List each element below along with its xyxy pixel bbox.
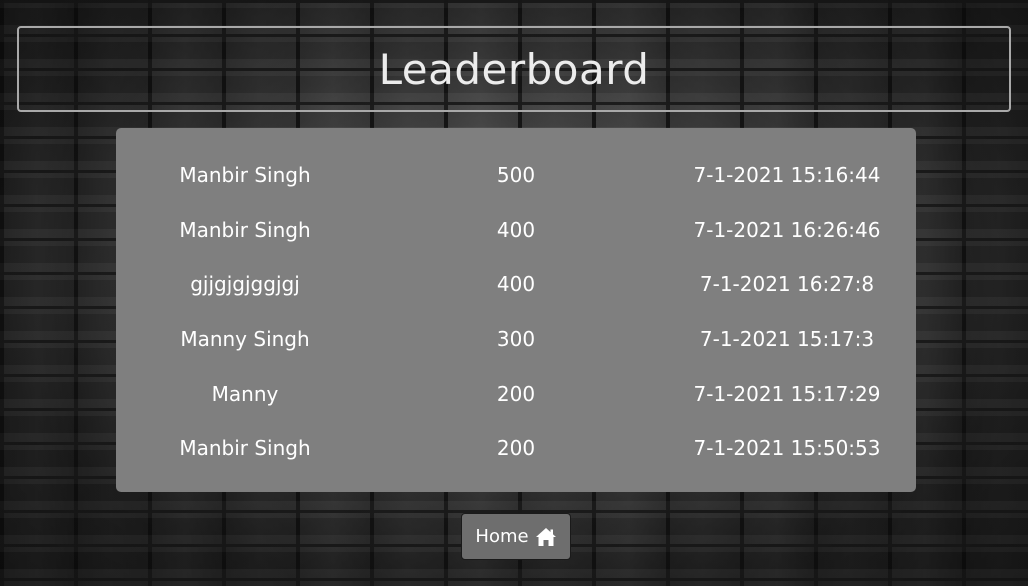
table-row: Manbir Singh 200 7-1-2021 15:50:53 [116, 421, 916, 476]
table-row: Manny 200 7-1-2021 15:17:29 [116, 366, 916, 421]
player-score: 400 [496, 217, 536, 242]
page-title: Leaderboard [378, 44, 650, 94]
player-name: Manbir Singh [179, 163, 311, 188]
table-row: Manbir Singh 400 7-1-2021 16:26:46 [116, 203, 916, 258]
player-name: Manny Singh [180, 327, 310, 352]
player-score: 400 [496, 272, 536, 297]
player-name: Manny [211, 381, 279, 406]
score-timestamp: 7-1-2021 16:27:8 [699, 272, 875, 297]
home-icon [535, 527, 557, 547]
player-name: Manbir Singh [179, 217, 311, 242]
score-timestamp: 7-1-2021 15:17:29 [693, 381, 881, 406]
player-name: Manbir Singh [179, 436, 311, 461]
title-box: Leaderboard [17, 26, 1011, 112]
table-row: Manbir Singh 500 7-1-2021 15:16:44 [116, 148, 916, 203]
home-button-label: Home [475, 526, 529, 547]
score-timestamp: 7-1-2021 16:26:46 [693, 217, 881, 242]
player-score: 200 [496, 381, 536, 406]
player-score: 200 [496, 436, 536, 461]
leaderboard-table: Manbir Singh 500 7-1-2021 15:16:44 Manbi… [116, 128, 916, 492]
player-score: 500 [496, 163, 536, 188]
player-name: gjjgjgjggjgj [190, 272, 300, 297]
table-row: gjjgjgjggjgj 400 7-1-2021 16:27:8 [116, 257, 916, 312]
score-timestamp: 7-1-2021 15:16:44 [693, 163, 881, 188]
home-button[interactable]: Home [461, 513, 571, 560]
score-timestamp: 7-1-2021 15:50:53 [693, 436, 881, 461]
table-row: Manny Singh 300 7-1-2021 15:17:3 [116, 312, 916, 367]
player-score: 300 [496, 327, 536, 352]
score-timestamp: 7-1-2021 15:17:3 [699, 327, 875, 352]
